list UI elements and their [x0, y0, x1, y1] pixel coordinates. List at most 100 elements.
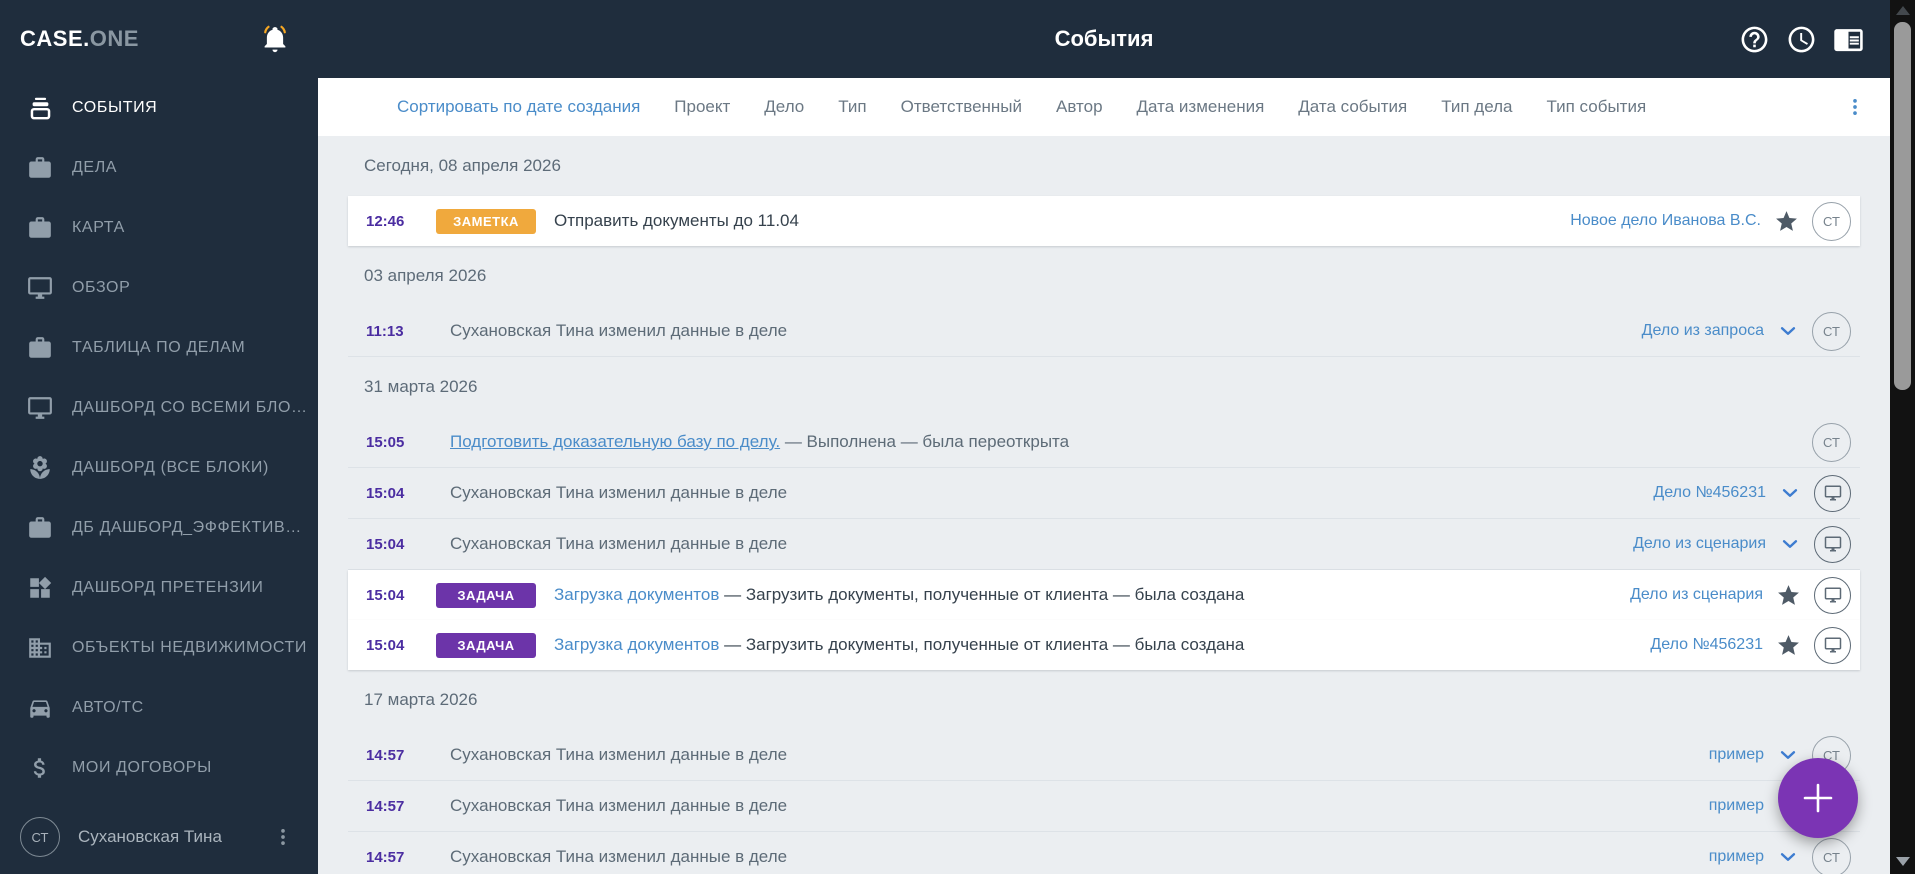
case-link[interactable]: Дело из запроса [1642, 322, 1764, 340]
filter-date-modified[interactable]: Дата изменения [1137, 97, 1265, 117]
layout-button[interactable] [1833, 24, 1864, 55]
scrollbar[interactable] [1890, 0, 1915, 874]
filter-author[interactable]: Автор [1056, 97, 1103, 117]
dollar-icon [24, 755, 56, 781]
case-link[interactable]: Дело №456231 [1653, 484, 1766, 502]
filter-more-kebab-icon[interactable] [1844, 96, 1872, 118]
star-icon[interactable] [1776, 583, 1801, 608]
event-row[interactable]: 14:57 Сухановская Тина изменил данные в д… [348, 781, 1860, 832]
scroll-down-arrow[interactable] [1895, 857, 1910, 866]
events-icon [24, 95, 56, 122]
event-title-link[interactable]: Загрузка документов [554, 585, 719, 604]
date-group-label: Сегодня, 08 апреля 2026 [364, 156, 561, 175]
sidebar-item-events[interactable]: СОБЫТИЯ [0, 78, 318, 138]
event-row-right: Дело из сценария [1617, 525, 1851, 563]
scrollbar-thumb[interactable] [1894, 22, 1911, 390]
sidebar-item-dashboard-all-blocks[interactable]: ДАШБОРД (ВСЕ БЛОКИ) [0, 438, 318, 498]
event-row[interactable]: 12:46 ЗАМЕТКА Отправить документы до 11.04… [348, 196, 1860, 246]
event-time: 14:57 [366, 746, 405, 764]
sidebar-header: CASE.ONE [0, 0, 318, 78]
case-link[interactable]: Дело из сценария [1630, 586, 1763, 604]
chevron-down-icon[interactable] [1779, 482, 1801, 504]
event-text: Подготовить доказательную базу по делу. … [450, 432, 1070, 451]
history-button[interactable] [1786, 24, 1817, 55]
filter-project[interactable]: Проект [674, 97, 730, 117]
event-time: 15:04 [366, 535, 405, 553]
add-event-fab[interactable] [1778, 758, 1858, 838]
chevron-down-icon[interactable] [1777, 320, 1799, 342]
user-name: Сухановская Тина [78, 827, 222, 846]
briefcase-icon [24, 515, 56, 541]
event-title-link[interactable]: Загрузка документов [554, 635, 719, 654]
case-link[interactable]: пример [1709, 797, 1764, 815]
sidebar-item-cases-table[interactable]: ТАБЛИЦА ПО ДЕЛАМ [0, 318, 318, 378]
event-row-right: Дело №456231 [1634, 626, 1851, 664]
event-time: 15:04 [366, 586, 405, 604]
filter-date-event[interactable]: Дата события [1298, 97, 1407, 117]
event-row[interactable]: 14:57 Сухановская Тина изменил данные в д… [348, 832, 1860, 874]
sidebar-item-real-estate[interactable]: ОБЪЕКТЫ НЕДВИЖИМОСТИ [0, 618, 318, 678]
case-link[interactable]: Дело из сценария [1633, 535, 1766, 553]
sort-by-creation-date-link[interactable]: Сортировать по дате создания [397, 97, 640, 117]
event-row[interactable]: 15:04 Сухановская Тина изменил данные в д… [348, 519, 1860, 570]
event-text: Сухановская Тина изменил данные в деле [450, 321, 788, 340]
chevron-down-icon[interactable] [1777, 846, 1799, 868]
help-button[interactable] [1739, 24, 1770, 55]
sidebar-item-map[interactable]: КАРТА [0, 198, 318, 258]
event-row[interactable]: 11:13 Сухановская Тина изменил данные в д… [348, 306, 1860, 357]
sidebar-item-label: ДАШБОРД (ВСЕ БЛОКИ) [72, 459, 269, 476]
chevron-down-icon[interactable] [1777, 744, 1799, 766]
filter-type[interactable]: Тип [838, 97, 866, 117]
star-icon[interactable] [1774, 209, 1799, 234]
sidebar-item-my-contracts[interactable]: МОИ ДОГОВОРЫ [0, 738, 318, 798]
briefcase-icon [24, 335, 56, 361]
event-row-right: Новое дело Иванова В.С. СТ [1554, 201, 1851, 241]
sidebar-item-auto[interactable]: АВТО/ТС [0, 678, 318, 738]
avatar[interactable]: СТ [1812, 201, 1851, 241]
user-avatar: СТ [20, 817, 60, 857]
monitor-circle-icon[interactable] [1814, 626, 1851, 664]
date-group-label: 03 апреля 2026 [364, 266, 487, 285]
sidebar-item-cases[interactable]: ДЕЛА [0, 138, 318, 198]
scroll-up-arrow[interactable] [1895, 6, 1910, 15]
event-time: 14:57 [366, 848, 405, 866]
case-link[interactable]: пример [1709, 746, 1764, 764]
sidebar-item-db-dashboard-efficiency[interactable]: ДБ ДАШБОРД_ЭФФЕКТИВНО... [0, 498, 318, 558]
avatar[interactable]: СТ [1812, 422, 1851, 462]
event-row[interactable]: 15:05 Подготовить доказательную базу по д… [348, 417, 1860, 468]
event-text: Сухановская Тина изменил данные в деле [450, 745, 788, 764]
star-icon[interactable] [1776, 633, 1801, 658]
user-menu-kebab-icon[interactable] [272, 826, 294, 848]
chevron-down-icon[interactable] [1779, 533, 1801, 555]
filter-case-type[interactable]: Тип дела [1441, 97, 1512, 117]
sidebar-item-dashboard-with-all-blocks[interactable]: ДАШБОРД СО ВСЕМИ БЛОКА... [0, 378, 318, 438]
event-row[interactable]: 14:57 Сухановская Тина изменил данные в д… [348, 730, 1860, 781]
event-row[interactable]: 15:04 ЗАДАЧА Загрузка документов — Загрузи… [348, 620, 1860, 670]
events-content: Сегодня, 08 апреля 2026 12:46 ЗАМЕТКА Отпра… [318, 136, 1890, 874]
filter-responsible[interactable]: Ответственный [901, 97, 1022, 117]
avatar[interactable]: СТ [1812, 311, 1851, 351]
case-link[interactable]: Дело №456231 [1650, 636, 1763, 654]
filter-case[interactable]: Дело [764, 97, 804, 117]
app-logo[interactable]: CASE.ONE [20, 26, 139, 52]
sidebar-item-overview[interactable]: ОБЗОР [0, 258, 318, 318]
main-area: События Сортировать по дате создания Про… [318, 0, 1890, 874]
sidebar-user[interactable]: СТ Сухановская Тина [0, 806, 318, 874]
event-time: 12:46 [366, 212, 405, 230]
blocks-icon [24, 575, 56, 601]
event-row[interactable]: 15:04 ЗАДАЧА Загрузка документов — Загрузи… [348, 570, 1860, 620]
case-link[interactable]: Новое дело Иванова В.С. [1570, 212, 1761, 230]
sidebar-item-dashboard-claims[interactable]: ДАШБОРД ПРЕТЕНЗИИ [0, 558, 318, 618]
case-link[interactable]: пример [1709, 848, 1764, 866]
bell-icon[interactable] [260, 24, 290, 54]
car-icon [24, 695, 56, 721]
event-row[interactable]: 15:04 Сухановская Тина изменил данные в д… [348, 468, 1860, 519]
monitor-circle-icon[interactable] [1814, 474, 1851, 512]
event-time: 14:57 [366, 797, 405, 815]
filter-event-type[interactable]: Тип события [1547, 97, 1647, 117]
avatar[interactable]: СТ [1812, 837, 1851, 874]
filter-bar: Сортировать по дате создания Проект Дело Т… [318, 78, 1890, 136]
event-title-link[interactable]: Подготовить доказательную базу по делу. [450, 432, 780, 451]
monitor-circle-icon[interactable] [1814, 525, 1851, 563]
monitor-circle-icon[interactable] [1814, 576, 1851, 614]
